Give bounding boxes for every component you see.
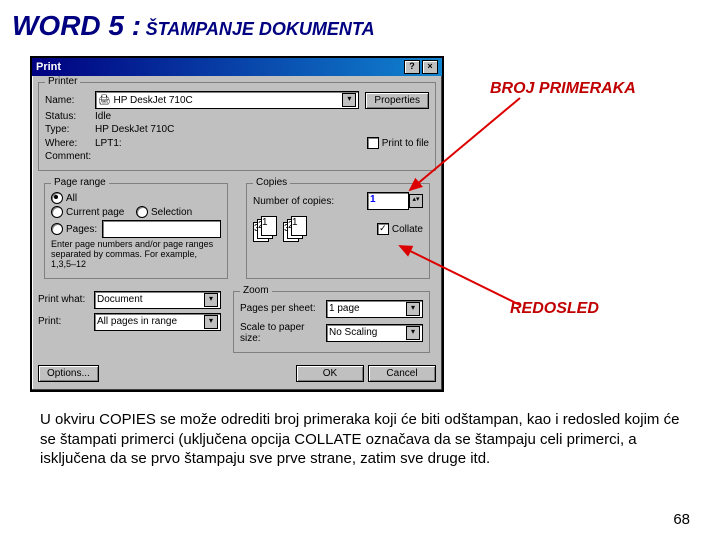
titlebar: Print ? × xyxy=(32,58,442,76)
close-icon[interactable]: × xyxy=(422,60,438,74)
all-label: All xyxy=(66,193,77,204)
status-value: Idle xyxy=(95,111,111,122)
print-to-file-checkbox[interactable] xyxy=(367,137,379,149)
collate-checkbox[interactable]: ✓ xyxy=(377,223,389,235)
pps-label: Pages per sheet: xyxy=(240,303,326,314)
scale-select[interactable]: No Scaling▾ xyxy=(326,324,423,342)
selection-radio[interactable] xyxy=(136,206,148,218)
pages-label: Pages: xyxy=(66,224,102,235)
help-icon[interactable]: ? xyxy=(404,60,420,74)
slide-header: WORD 5 : ŠTAMPANJE DOKUMENTA xyxy=(12,10,375,42)
copies-label: Number of copies: xyxy=(253,196,367,207)
chevron-down-icon: ▾ xyxy=(406,302,420,316)
scale-label: Scale to paper size: xyxy=(240,322,326,344)
print-dialog: Print ? × Printer Name: 🖨 HP DeskJet 710… xyxy=(30,56,444,392)
page-number: 68 xyxy=(673,511,690,528)
zoom-group: Zoom Pages per sheet: 1 page▾ Scale to p… xyxy=(233,291,430,353)
range-group-label: Page range xyxy=(51,177,109,188)
body-paragraph: U okviru COPIES se može odrediti broj pr… xyxy=(40,410,680,469)
chevron-down-icon: ▾ xyxy=(406,326,420,340)
pages-input[interactable] xyxy=(102,220,221,238)
name-label: Name: xyxy=(45,95,95,106)
collate-preview-icon: 321 xyxy=(253,216,283,242)
where-label: Where: xyxy=(45,138,95,149)
ok-button[interactable]: OK xyxy=(296,365,364,382)
selection-label: Selection xyxy=(151,207,192,218)
pps-select[interactable]: 1 page▾ xyxy=(326,300,423,318)
header-title: ŠTAMPANJE DOKUMENTA xyxy=(146,19,375,39)
comment-label: Comment: xyxy=(45,151,95,162)
type-label: Type: xyxy=(45,124,95,135)
status-label: Status: xyxy=(45,111,95,122)
print-select[interactable]: All pages in range▾ xyxy=(94,313,221,331)
dialog-title: Print xyxy=(36,61,61,73)
copies-group-label: Copies xyxy=(253,177,290,188)
type-value: HP DeskJet 710C xyxy=(95,124,174,135)
collate-label: Collate xyxy=(392,224,423,235)
where-value: LPT1: xyxy=(95,138,367,149)
collate-preview-icon: 321 xyxy=(283,216,313,242)
print-what-select[interactable]: Document▾ xyxy=(94,291,221,309)
annotation-collate: REDOSLED xyxy=(510,300,599,318)
current-label: Current page xyxy=(66,207,136,218)
annotation-copies: BROJ PRIMERAKA xyxy=(490,80,636,98)
print-label: Print: xyxy=(38,316,94,327)
cancel-button[interactable]: Cancel xyxy=(368,365,436,382)
print-what-label: Print what: xyxy=(38,294,94,305)
all-radio[interactable] xyxy=(51,192,63,204)
copies-group: Copies Number of copies: 1 ▴▾ 321 321 ✓ … xyxy=(246,183,430,279)
options-button[interactable]: Options... xyxy=(38,365,99,382)
copies-input[interactable]: 1 xyxy=(367,192,409,210)
printer-name-select[interactable]: 🖨 HP DeskJet 710C▾ xyxy=(95,91,359,109)
chevron-down-icon: ▾ xyxy=(204,315,218,329)
pages-radio[interactable] xyxy=(51,223,63,235)
chevron-down-icon: ▾ xyxy=(204,293,218,307)
spinner-up-icon[interactable]: ▴▾ xyxy=(409,194,423,208)
header-prefix: WORD 5 : xyxy=(12,10,141,41)
current-radio[interactable] xyxy=(51,206,63,218)
print-to-file-label: Print to file xyxy=(382,138,429,149)
page-range-group: Page range All Current page Selection Pa… xyxy=(44,183,228,279)
zoom-group-label: Zoom xyxy=(240,285,272,296)
printer-group: Printer Name: 🖨 HP DeskJet 710C▾ Propert… xyxy=(38,82,436,171)
range-hint: Enter page numbers and/or page ranges se… xyxy=(51,240,221,270)
printer-group-label: Printer xyxy=(45,76,80,87)
properties-button[interactable]: Properties xyxy=(365,92,429,109)
chevron-down-icon: ▾ xyxy=(342,93,356,107)
